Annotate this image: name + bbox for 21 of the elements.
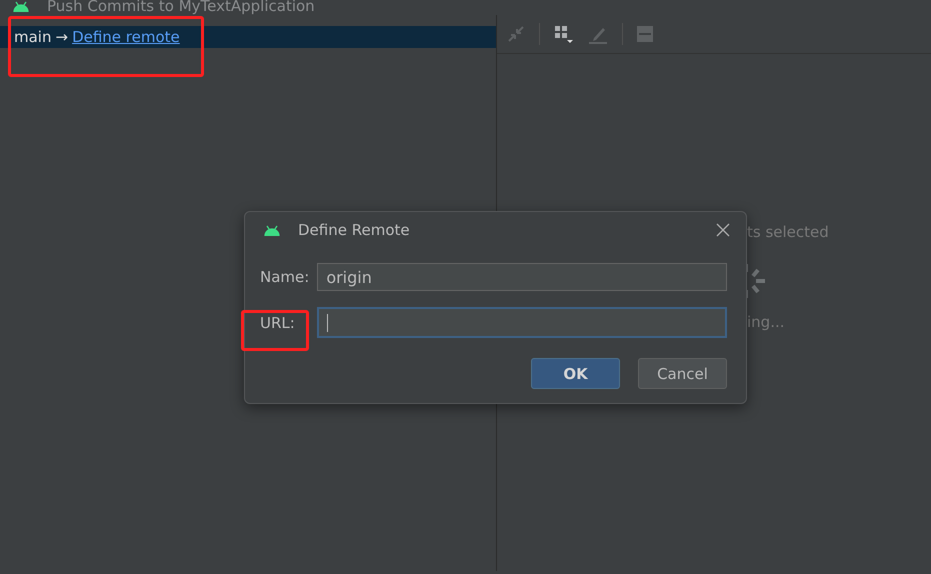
status-text: ts selected bbox=[747, 223, 829, 241]
panel-icon[interactable] bbox=[637, 26, 653, 42]
define-remote-link[interactable]: Define remote bbox=[72, 28, 180, 46]
branch-name: main bbox=[14, 28, 52, 46]
loading-text: ing... bbox=[747, 313, 784, 331]
field-label: Name: bbox=[260, 267, 310, 288]
input-field[interactable] bbox=[317, 307, 727, 338]
arrow-symbol: → bbox=[55, 28, 68, 46]
grid-dropdown-icon[interactable] bbox=[554, 24, 574, 44]
cancel-button[interactable]: Cancel bbox=[638, 358, 727, 389]
ok-button[interactable]: OK bbox=[531, 358, 620, 389]
collapse-arrows-icon[interactable] bbox=[507, 25, 525, 43]
branch-row[interactable]: main → Define remote bbox=[0, 26, 496, 48]
close-icon[interactable] bbox=[716, 223, 730, 237]
android-icon bbox=[263, 224, 281, 236]
field-label: URL: bbox=[260, 312, 296, 334]
android-icon bbox=[12, 0, 30, 12]
dialog-title: Define Remote bbox=[298, 221, 411, 239]
input-field[interactable]: origin bbox=[317, 263, 727, 291]
spinner-icon bbox=[744, 263, 767, 299]
highlight-box bbox=[241, 310, 309, 351]
